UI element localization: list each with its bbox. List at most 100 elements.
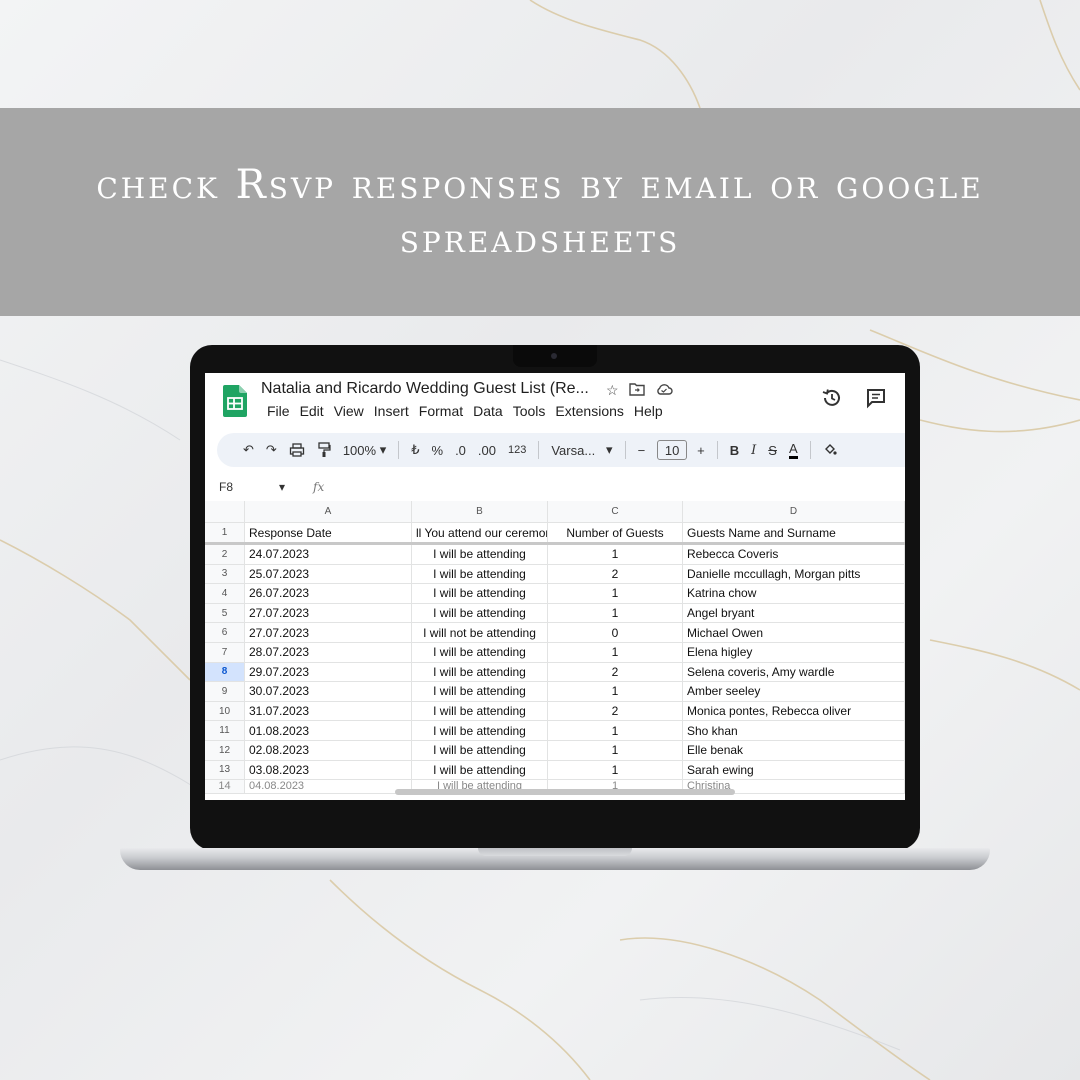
italic-button[interactable]: I [751,443,756,458]
cell[interactable]: Rebecca Coveris [683,545,905,564]
menu-help[interactable]: Help [634,403,663,419]
menu-tools[interactable]: Tools [513,403,546,419]
cell[interactable]: 26.07.2023 [245,584,412,603]
cell[interactable]: Monica pontes, Rebecca oliver [683,701,905,721]
cell[interactable]: 27.07.2023 [245,623,412,642]
cell[interactable]: 2 [548,701,683,721]
cell[interactable]: Michael Owen [683,623,905,642]
column-header-d[interactable]: D [683,501,905,522]
row-number[interactable]: 13 [205,760,245,780]
cell[interactable]: I will be attending [412,584,548,603]
row-number[interactable]: 11 [205,721,245,740]
star-icon[interactable]: ☆ [606,382,619,399]
cell[interactable]: Response Date [245,523,412,542]
column-header-b[interactable]: B [412,501,548,522]
cell[interactable]: 02.08.2023 [245,740,412,760]
cell[interactable]: 25.07.2023 [245,564,412,584]
row-number[interactable]: 10 [205,701,245,721]
cell[interactable]: I will be attending [412,662,548,682]
menu-extensions[interactable]: Extensions [555,403,623,419]
bold-button[interactable]: B [730,443,739,458]
cell[interactable]: 01.08.2023 [245,721,412,740]
cloud-status-icon[interactable] [655,382,673,396]
increase-decimal-button[interactable]: .00 [478,443,496,458]
percent-button[interactable]: % [432,443,444,458]
menu-data[interactable]: Data [473,403,503,419]
cell[interactable]: Danielle mccullagh, Morgan pitts [683,564,905,584]
menu-format[interactable]: Format [419,403,463,419]
cell[interactable]: I will be attending [412,545,548,564]
history-icon[interactable] [821,387,843,409]
row-number[interactable]: 12 [205,740,245,760]
name-box[interactable]: F8 [219,480,279,494]
cell[interactable]: I will not be attending [412,623,548,642]
comments-icon[interactable] [865,387,887,409]
select-all-corner[interactable] [205,501,245,522]
undo-icon[interactable]: ↶ [243,442,254,458]
cell[interactable]: 1 [548,603,683,623]
cell[interactable]: Amber seeley [683,682,905,701]
row-number[interactable]: 7 [205,642,245,662]
move-folder-icon[interactable] [628,382,645,396]
font-size-input[interactable]: 10 [657,440,688,460]
redo-icon[interactable]: ↷ [266,442,277,458]
cell[interactable]: Number of Guests [548,523,683,542]
row-number[interactable]: 14 [205,780,245,794]
menu-file[interactable]: File [267,403,290,419]
cell[interactable]: 1 [548,721,683,740]
cell[interactable]: 1 [548,642,683,662]
row-number[interactable]: 2 [205,545,245,564]
cell[interactable]: I will be attending [412,603,548,623]
cell[interactable]: 1 [548,545,683,564]
cell[interactable]: 31.07.2023 [245,701,412,721]
cell[interactable]: 03.08.2023 [245,760,412,780]
cell[interactable]: 29.07.2023 [245,662,412,682]
minus-icon[interactable]: − [638,443,646,458]
cell[interactable]: Sho khan [683,721,905,740]
row-number[interactable]: 8 [205,662,245,682]
cell[interactable]: Elena higley [683,642,905,662]
cell[interactable]: I will be attending [412,721,548,740]
menu-view[interactable]: View [334,403,364,419]
cell[interactable]: 1 [548,682,683,701]
menu-edit[interactable]: Edit [300,403,324,419]
cell[interactable]: Sarah ewing [683,760,905,780]
horizontal-scrollbar[interactable] [395,789,735,795]
cell[interactable]: I will be attending [412,760,548,780]
cell[interactable]: I will be attending [412,642,548,662]
cell[interactable]: I will be attending [412,564,548,584]
decrease-decimal-button[interactable]: .0 [455,443,466,458]
dropdown-icon[interactable]: ▾ [279,480,285,494]
currency-button[interactable]: ₺ [411,442,419,458]
row-number[interactable]: 1 [205,523,245,542]
sheets-logo-icon[interactable] [223,385,247,417]
row-number[interactable]: 5 [205,603,245,623]
zoom-select[interactable]: 100% ▾ [343,442,386,458]
font-select[interactable]: Varsa... ▾ [551,442,612,458]
cell[interactable]: I will be attending [412,682,548,701]
cell[interactable]: 0 [548,623,683,642]
row-number[interactable]: 4 [205,584,245,603]
number-format-button[interactable]: 123 [508,444,526,456]
cell[interactable]: Angel bryant [683,603,905,623]
cell[interactable]: Katrina chow [683,584,905,603]
text-color-button[interactable]: A [788,441,798,459]
cell[interactable]: ll You attend our ceremon [412,523,548,542]
cell[interactable]: 24.07.2023 [245,545,412,564]
row-number[interactable]: 6 [205,623,245,642]
cell[interactable]: 04.08.2023 [245,780,412,794]
menu-insert[interactable]: Insert [374,403,409,419]
cell[interactable]: I will be attending [412,740,548,760]
column-header-c[interactable]: C [548,501,683,522]
row-number[interactable]: 3 [205,564,245,584]
cell[interactable]: 2 [548,662,683,682]
cell[interactable]: Guests Name and Surname [683,523,905,542]
cell[interactable]: Selena coveris, Amy wardle [683,662,905,682]
cell[interactable]: 30.07.2023 [245,682,412,701]
cell[interactable]: 1 [548,584,683,603]
cell[interactable]: 1 [548,760,683,780]
document-title[interactable]: Natalia and Ricardo Wedding Guest List (… [261,380,589,398]
cell[interactable]: 27.07.2023 [245,603,412,623]
strikethrough-icon[interactable]: S [768,443,777,458]
cell[interactable]: 28.07.2023 [245,642,412,662]
